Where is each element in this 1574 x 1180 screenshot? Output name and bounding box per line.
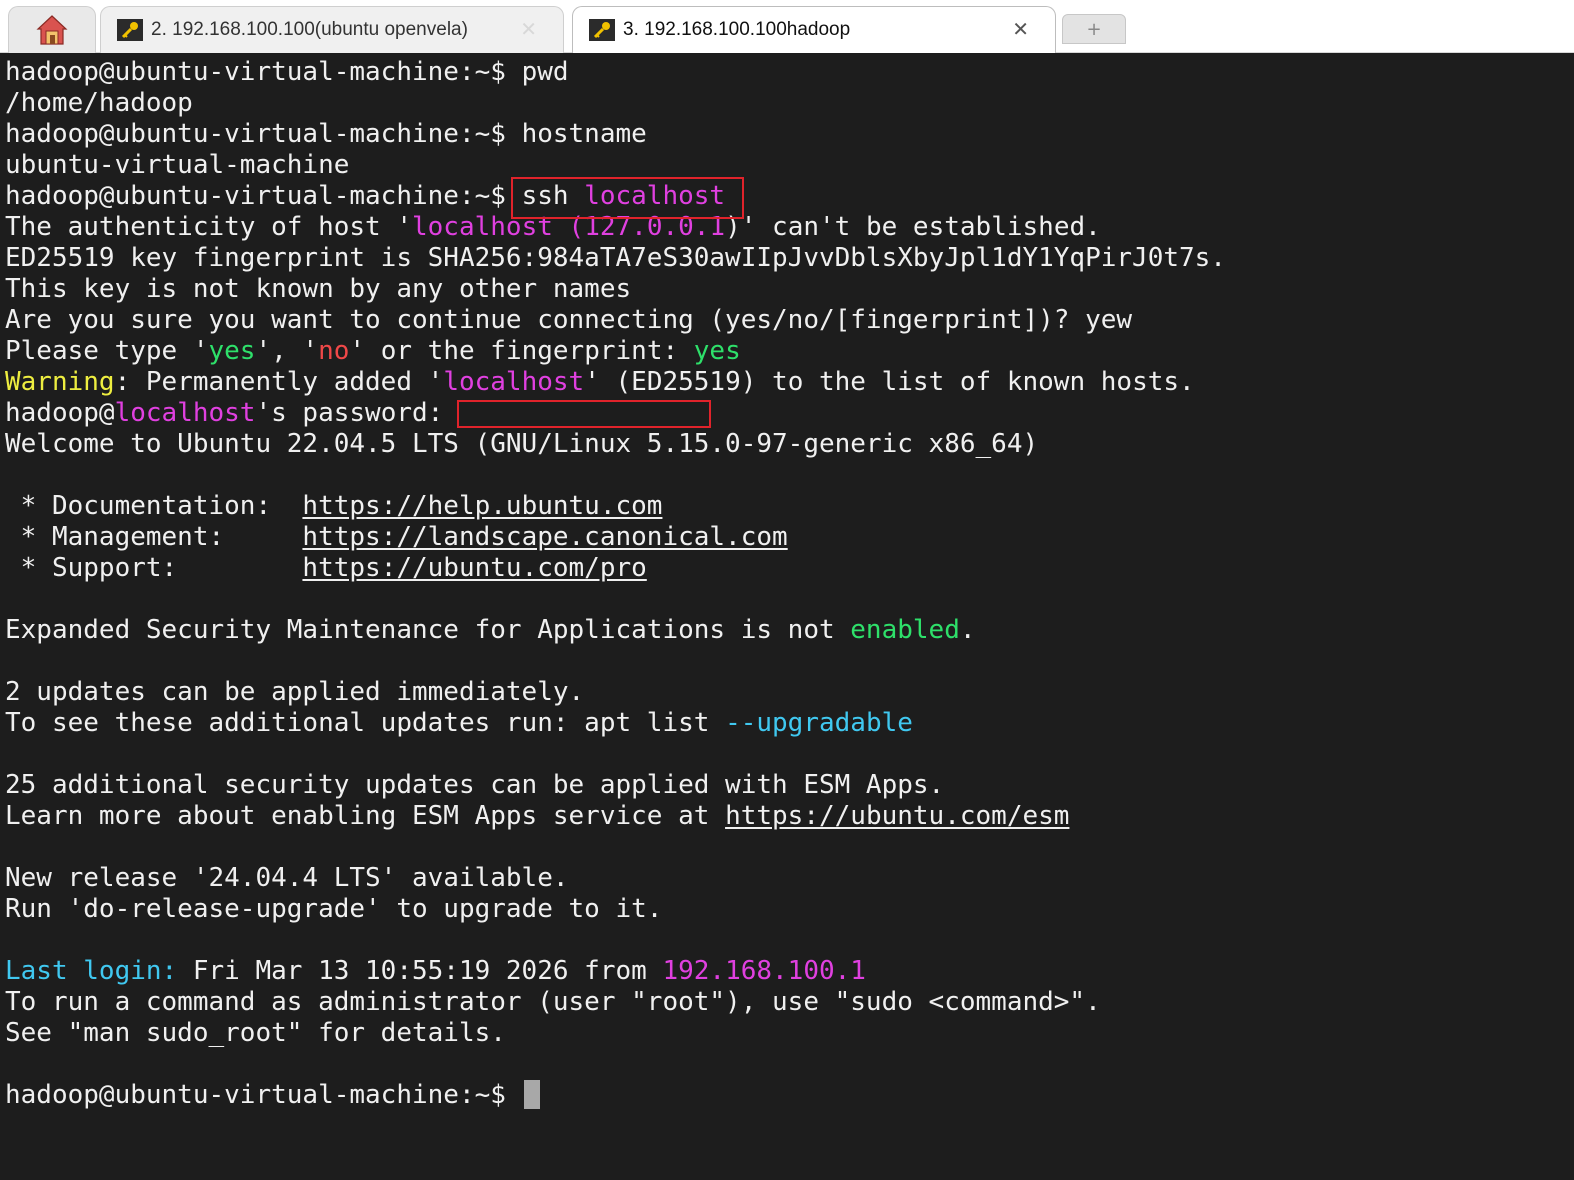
tab-title: 3. 192.168.100.100hadoop [623, 19, 851, 40]
text-segment: 's password: [255, 398, 444, 428]
ip-address: 192.168.100.1 [662, 956, 866, 986]
warning-label: Warning [5, 367, 115, 397]
enabled-word: enabled [850, 615, 960, 645]
terminal-line: The authenticity of host 'localhost (127… [5, 212, 1574, 243]
text-segment: )' can't be established. [725, 212, 1101, 242]
text-segment: ' or the fingerprint: [349, 336, 694, 366]
host-name: localhost [443, 367, 585, 397]
support-link[interactable]: https://ubuntu.com/pro [302, 553, 646, 583]
plus-icon: + [1086, 18, 1102, 40]
terminal-cursor [523, 1080, 540, 1109]
terminal-line: ED25519 key fingerprint is SHA256:984aTA… [5, 243, 1226, 273]
terminal-line: Welcome to Ubuntu 22.04.5 LTS (GNU/Linux… [5, 429, 1039, 459]
terminal-line: Expanded Security Maintenance for Applic… [5, 615, 1574, 646]
terminal-line: See "man sudo_root" for details. [5, 1018, 506, 1048]
prompt: hadoop@ubuntu-virtual-machine:~$ [5, 1080, 506, 1110]
terminal-line: Warning: Permanently added 'localhost' (… [5, 367, 1574, 398]
tab-title: 2. 192.168.100.100(ubuntu openvela) [151, 19, 468, 40]
host-name: localhost [114, 398, 256, 428]
text-segment: The authenticity of host ' [5, 212, 412, 242]
text-segment: ' (ED25519) to the list of known hosts. [584, 367, 1195, 397]
yes-option: yes [693, 336, 741, 366]
text-segment: . [959, 615, 976, 645]
terminal-line: To see these additional updates run: apt… [5, 708, 1574, 739]
terminal-line: 25 additional security updates can be ap… [5, 770, 945, 800]
command: hostname [521, 119, 647, 149]
text-segment: : Permanently added ' [114, 367, 444, 397]
close-icon[interactable]: ✕ [520, 19, 537, 39]
last-login-label: Last login: [5, 956, 178, 986]
terminal-line: Last login: Fri Mar 13 10:55:19 2026 fro… [5, 956, 1574, 987]
close-icon[interactable]: ✕ [1012, 19, 1029, 39]
text-segment: Please type ' [5, 336, 209, 366]
password-redaction-box [457, 400, 711, 428]
prompt: hadoop@ubuntu-virtual-machine:~$ [5, 181, 506, 211]
key-icon [117, 19, 143, 41]
home-tab[interactable] [8, 6, 96, 53]
text-segment: Expanded Security Maintenance for Applic… [5, 615, 851, 645]
text-segment: ', ' [255, 336, 319, 366]
key-icon [589, 19, 615, 41]
terminal-line: hadoop@ubuntu-virtual-machine:~$ ssh loc… [5, 181, 1574, 212]
tab-bar: 2. 192.168.100.100(ubuntu openvela) ✕ 3.… [0, 0, 1574, 53]
terminal-line: hadoop@ubuntu-virtual-machine:~$ [5, 1080, 1574, 1111]
text-segment: Learn more about enabling ESM Apps servi… [5, 801, 726, 831]
terminal-line: /home/hadoop [5, 88, 193, 118]
upgradable-flag: --upgradable [725, 708, 913, 738]
tab-hadoop[interactable]: 3. 192.168.100.100hadoop ✕ [572, 6, 1056, 53]
terminal-line: hadoop@ubuntu-virtual-machine:~$ pwd [5, 57, 1574, 88]
terminal-line: hadoop@localhost's password: [5, 398, 1574, 429]
yes-option: yes [208, 336, 256, 366]
terminal-line: Please type 'yes', 'no' or the fingerpri… [5, 336, 1574, 367]
new-tab-button[interactable]: + [1062, 14, 1126, 44]
prompt: hadoop@ubuntu-virtual-machine:~$ [5, 119, 506, 149]
terminal-line: Are you sure you want to continue connec… [5, 305, 1133, 335]
terminal-line: To run a command as administrator (user … [5, 987, 1101, 1017]
terminal-line: This key is not known by any other names [5, 274, 632, 304]
prompt: hadoop@ubuntu-virtual-machine:~$ [5, 57, 506, 87]
terminal-line: 2 updates can be applied immediately. [5, 677, 585, 707]
terminal-line: ubuntu-virtual-machine [5, 150, 350, 180]
terminal-line: * Management: https://landscape.canonica… [5, 522, 1574, 553]
esm-link[interactable]: https://ubuntu.com/esm [725, 801, 1069, 831]
terminal-line: hadoop@ubuntu-virtual-machine:~$ hostnam… [5, 119, 1574, 150]
terminal-line: New release '24.04.4 LTS' available. [5, 863, 569, 893]
terminal-output[interactable]: hadoop@ubuntu-virtual-machine:~$ pwd /ho… [0, 57, 1574, 1180]
text-segment: * Management: [5, 522, 303, 552]
terminal-line: * Documentation: https://help.ubuntu.com [5, 491, 1574, 522]
home-icon [36, 15, 68, 45]
text-segment: hadoop@ [5, 398, 115, 428]
tab-ubuntu-openvela[interactable]: 2. 192.168.100.100(ubuntu openvela) ✕ [100, 6, 564, 53]
ssh-command-highlight [511, 177, 744, 219]
documentation-link[interactable]: https://help.ubuntu.com [302, 491, 662, 521]
text-segment: Fri Mar 13 10:55:19 2026 from [177, 956, 663, 986]
terminal-line: Run 'do-release-upgrade' to upgrade to i… [5, 894, 663, 924]
no-option: no [318, 336, 350, 366]
terminal-line: Learn more about enabling ESM Apps servi… [5, 801, 1574, 832]
text-segment: To see these additional updates run: apt… [5, 708, 726, 738]
text-segment: * Support: [5, 553, 303, 583]
management-link[interactable]: https://landscape.canonical.com [302, 522, 787, 552]
command: pwd [521, 57, 569, 87]
terminal-line: * Support: https://ubuntu.com/pro [5, 553, 1574, 584]
text-segment: * Documentation: [5, 491, 303, 521]
